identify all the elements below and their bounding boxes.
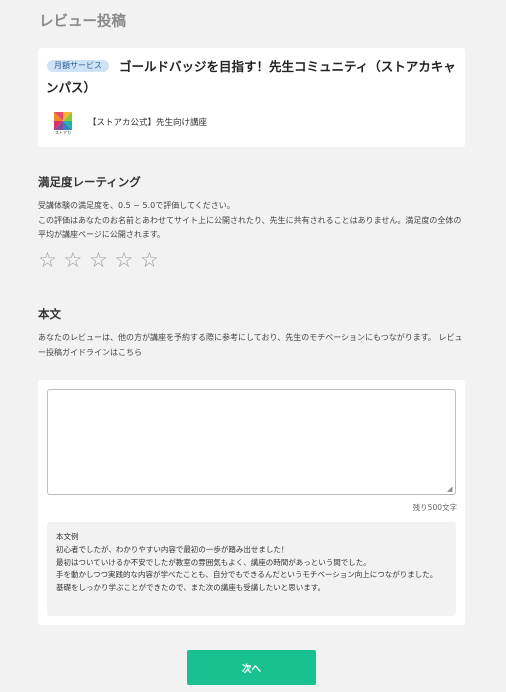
review-body-card: ◢ 残り500文字 本文例 初心者でしたが、わかりやすい内容で最初の一歩が踏み出… (38, 380, 465, 625)
logo-text: ストアカ (55, 130, 71, 135)
provider-name[interactable]: 【ストアカ公式】先生向け講座 (88, 116, 207, 128)
rating-description-line: この評価はあなたのお名前とあわせてサイト上に公開されたり、先生に共有されることは… (38, 215, 462, 240)
remaining-characters: 残り500文字 (412, 503, 457, 512)
body-heading: 本文 (38, 307, 61, 321)
page-title: レビュー投稿 (39, 14, 126, 30)
example-line: 最初はついていけるか不安でしたが教室の雰囲気もよく、講座の時間があっという間でし… (56, 557, 371, 567)
star-icon[interactable]: ☆ (115, 249, 141, 272)
star-icon[interactable]: ☆ (64, 249, 90, 272)
rating-description: 受講体験の満足度を、0.5 ~ 5.0で評価してください。 この評価はあなたのお… (38, 199, 468, 243)
example-line: 初心者でしたが、わかりやすい内容で最初の一歩が踏み出せました！ (56, 544, 289, 554)
review-textarea[interactable] (47, 389, 456, 495)
course-card[interactable]: ゴールドバッジを目指す！先生コミュニティ（ストアカキャンパス） 月額サービス ス… (38, 48, 465, 147)
rating-description-line: 受講体験の満足度を、0.5 ~ 5.0で評価してください。 (38, 201, 235, 210)
star-icon[interactable]: ☆ (140, 249, 166, 272)
body-description: あなたのレビューは、他の方が講座を予約する際に参考にしており、先生のモチベーショ… (38, 333, 463, 357)
service-badge: 月額サービス (47, 60, 109, 72)
example-box: 本文例 初心者でしたが、わかりやすい内容で最初の一歩が踏み出せました！ 最初はつ… (47, 522, 456, 616)
star-icon[interactable]: ☆ (89, 249, 115, 272)
example-line: 手を動かしつつ実践的な内容が学べたことも、自分でもできるんだというモチベーション… (56, 570, 438, 580)
example-line: 本文例 (56, 532, 79, 541)
example-line: 基礎をしっかり学ぶことができたので、また次の講座も受講したいと思います。 (56, 583, 325, 593)
resize-grip-icon[interactable]: ◢ (447, 486, 454, 493)
star-rating[interactable]: ☆ ☆ ☆ ☆ ☆ (38, 249, 166, 272)
star-icon[interactable]: ☆ (38, 249, 64, 272)
rating-heading: 満足度レーティング (38, 175, 141, 189)
next-button[interactable]: 次へ (187, 650, 316, 685)
